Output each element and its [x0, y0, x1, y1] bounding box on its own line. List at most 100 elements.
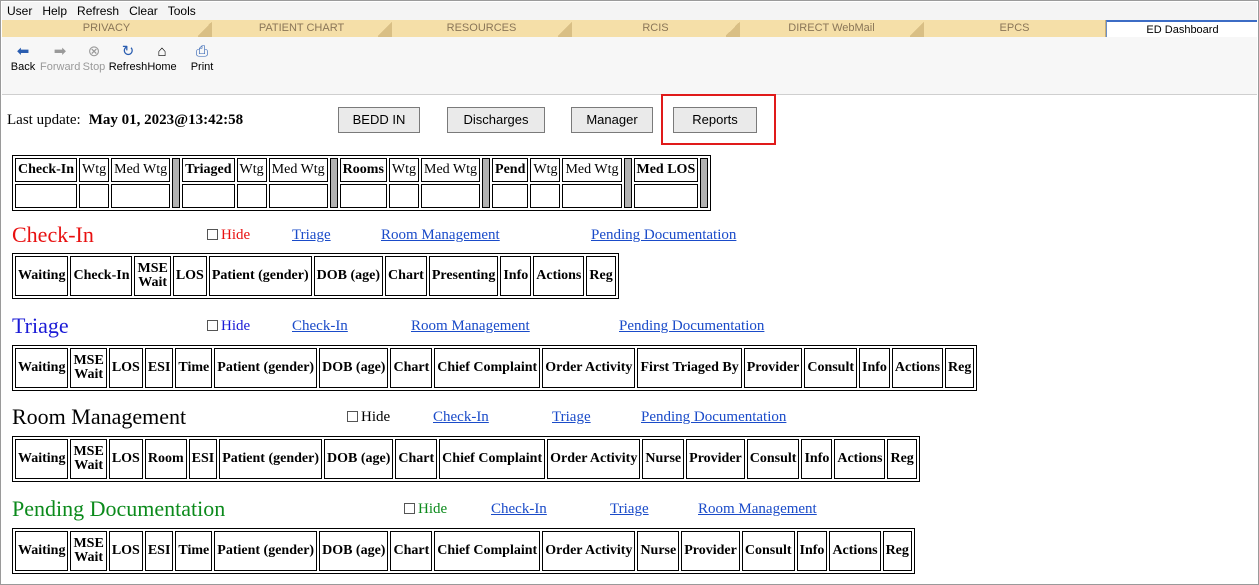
mse-label: MSE [73, 536, 104, 551]
column-header: Chart [390, 531, 433, 571]
column-header: Time [175, 348, 213, 388]
column-header: Time [175, 531, 213, 571]
column-header: Consult [746, 439, 800, 479]
column-header: Chief Complaint [439, 439, 546, 479]
checkbox-icon[interactable] [207, 320, 218, 331]
column-header: Patient (gender) [208, 256, 312, 296]
column-header: MSE Wait [70, 348, 107, 388]
column-header: Info [859, 348, 890, 388]
manager-button[interactable]: Manager [571, 107, 653, 133]
room-link-check-in[interactable]: Check-In [433, 409, 489, 426]
column-header: LOS [172, 256, 207, 296]
room-link-triage[interactable]: Triage [552, 409, 591, 426]
summary-cell [236, 184, 267, 208]
home-label: Home [147, 61, 177, 73]
summary-header: Wtg [530, 158, 561, 182]
column-header: Order Activity [547, 439, 641, 479]
home-button[interactable]: ⌂ Home [142, 43, 182, 73]
tab-bar: PRIVACY PATIENT CHART RESOURCES RCIS DIR… [2, 20, 1257, 37]
last-update-value: May 01, 2023@13:42:58 [88, 111, 244, 128]
column-header: Presenting [428, 256, 499, 296]
menu-refresh[interactable]: Refresh [77, 4, 119, 18]
column-header: Consult [741, 531, 795, 571]
summary-header: Wtg [388, 158, 420, 182]
triage-link-room-management[interactable]: Room Management [411, 318, 530, 335]
summary-header: Rooms [339, 158, 387, 182]
column-header: ESI [188, 439, 218, 479]
tab-resources[interactable]: RESOURCES [392, 20, 572, 37]
column-header: Info [500, 256, 532, 296]
summary-separator [700, 158, 709, 208]
summary-cell [339, 184, 387, 208]
column-header: Chart [390, 348, 433, 388]
hide-label: Hide [221, 227, 251, 243]
summary-cell [492, 184, 529, 208]
tab-privacy[interactable]: PRIVACY [2, 20, 212, 37]
column-header: Chart [395, 439, 438, 479]
summary-header-row: Check-In Wtg Med Wtg Triaged Wtg Med Wtg… [15, 158, 709, 208]
summary-value-row [15, 184, 708, 208]
bedd-in-button[interactable]: BEDD IN [338, 107, 420, 133]
column-header: Provider [743, 348, 803, 388]
column-header: ESI [144, 531, 174, 571]
room-link-pending-documentation[interactable]: Pending Documentation [641, 409, 786, 426]
tab-patient-chart[interactable]: PATIENT CHART [212, 20, 392, 37]
triage-section-title: Triage [12, 313, 69, 338]
column-header: Waiting [15, 531, 69, 571]
pending-documentation-section-title: Pending Documentation [12, 496, 226, 521]
column-header: Consult [804, 348, 858, 388]
checkin-hide-toggle[interactable]: Hide [207, 227, 250, 244]
column-header: Info [801, 439, 833, 479]
menu-tools[interactable]: Tools [168, 4, 196, 18]
pending-hide-toggle[interactable]: Hide [404, 501, 447, 518]
table-header-row: Waiting MSE Wait LOS ESI Time Patient (ge… [15, 348, 975, 388]
tab-ed-dashboard[interactable]: ED Dashboard [1106, 20, 1257, 37]
menu-clear[interactable]: Clear [129, 4, 158, 18]
checkbox-icon[interactable] [207, 229, 218, 240]
tab-rcis[interactable]: RCIS [572, 20, 740, 37]
tab-direct-webmail[interactable]: DIRECT WebMail [740, 20, 924, 37]
checkin-link-room-management[interactable]: Room Management [381, 227, 500, 244]
summary-header: Triaged [182, 158, 235, 182]
summary-separator [482, 158, 491, 208]
triage-link-check-in[interactable]: Check-In [292, 318, 348, 335]
print-button[interactable]: ⎙ Print [182, 43, 222, 73]
summary-header: Med LOS [633, 158, 699, 182]
summary-header: Wtg [79, 158, 110, 182]
room-hide-toggle[interactable]: Hide [347, 409, 390, 426]
mse-label: MSE [73, 353, 104, 368]
table-header-row: Waiting MSE Wait LOS ESI Time Patient (ge… [15, 531, 912, 571]
mse-label: MSE [137, 261, 168, 276]
menu-user[interactable]: User [7, 4, 32, 18]
checkin-link-triage[interactable]: Triage [292, 227, 331, 244]
tab-epcs[interactable]: EPCS [924, 20, 1106, 37]
triage-link-pending-documentation[interactable]: Pending Documentation [619, 318, 764, 335]
back-label: Back [10, 61, 36, 73]
triage-hide-toggle[interactable]: Hide [207, 318, 250, 335]
column-header: Chart [385, 256, 427, 296]
column-header: Order Activity [542, 531, 636, 571]
last-update-row: Last update: May 01, 2023@13:42:58 [7, 107, 243, 133]
checkin-section-title: Check-In [12, 222, 94, 247]
column-header: Actions [829, 531, 881, 571]
back-button[interactable]: ⬅ Back [3, 43, 43, 73]
checkbox-icon[interactable] [347, 411, 358, 422]
discharges-button[interactable]: Discharges [447, 107, 545, 133]
summary-cell [182, 184, 235, 208]
menu-help[interactable]: Help [42, 4, 67, 18]
stop-label: Stop [82, 61, 106, 73]
room-management-table: Waiting MSE Wait LOS Room ESI Patient (ge… [12, 436, 920, 482]
column-header: Reg [945, 348, 975, 388]
summary-header: Pend [492, 158, 529, 182]
summary-cell [111, 184, 171, 208]
pending-link-room-management[interactable]: Room Management [698, 501, 817, 518]
checkbox-icon[interactable] [404, 503, 415, 514]
pending-link-triage[interactable]: Triage [610, 501, 649, 518]
column-header: Nurse [637, 531, 680, 571]
column-header: Provider [681, 531, 740, 571]
summary-cell [530, 184, 561, 208]
summary-header: Check-In [15, 158, 78, 182]
pending-link-check-in[interactable]: Check-In [491, 501, 547, 518]
hide-label: Hide [418, 501, 448, 517]
checkin-link-pending-documentation[interactable]: Pending Documentation [591, 227, 736, 244]
